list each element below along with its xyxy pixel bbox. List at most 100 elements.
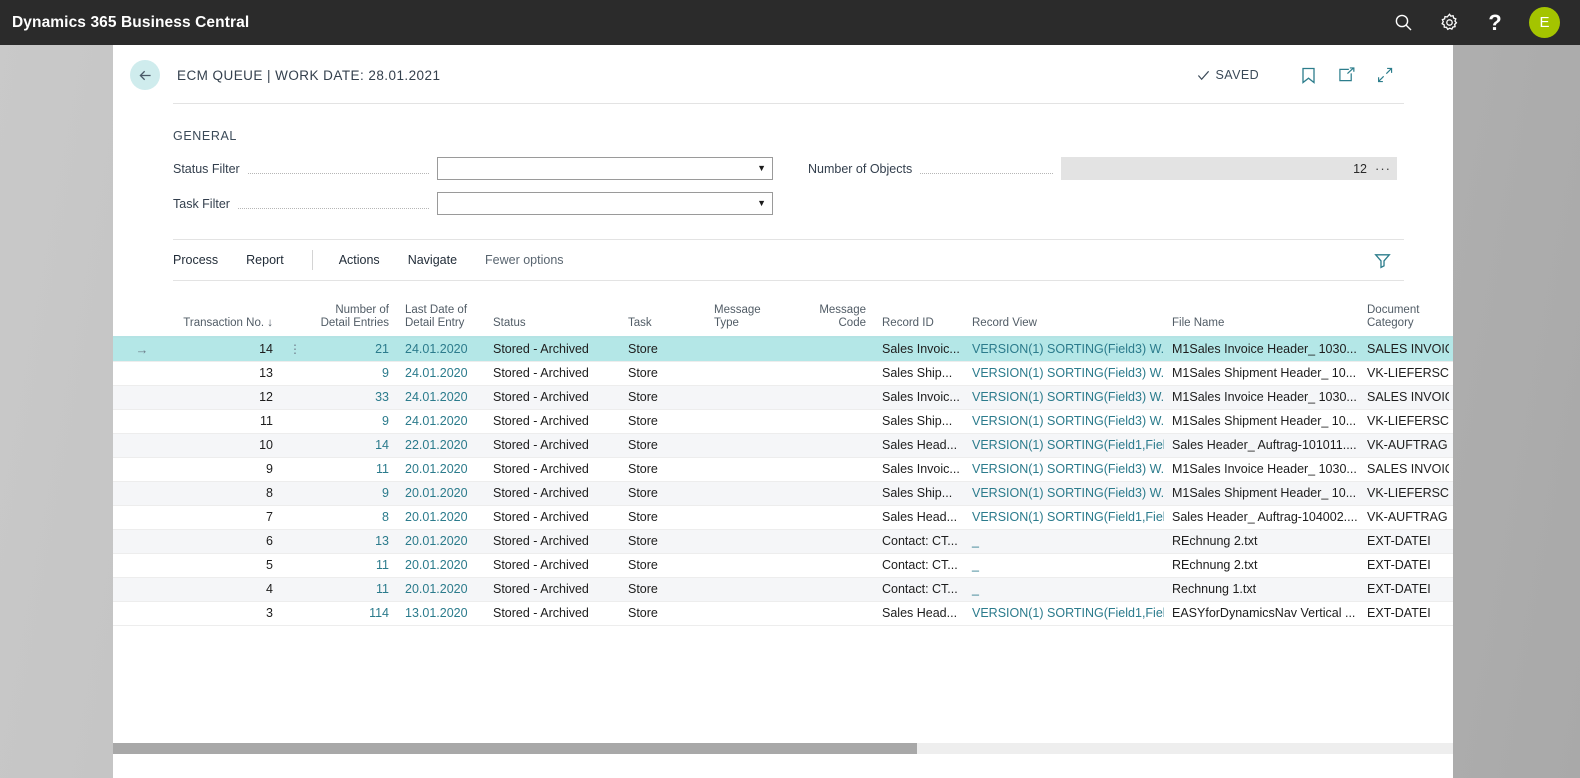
col-header-status[interactable]: Status [485, 293, 620, 337]
row-menu-button[interactable] [281, 505, 307, 529]
col-header-task[interactable]: Task [620, 293, 706, 337]
row-menu-button[interactable] [281, 385, 307, 409]
cell-last-date-of-detail-entry[interactable]: 20.01.2020 [397, 505, 485, 529]
open-in-new-window-icon[interactable] [1338, 67, 1355, 83]
cell-record-view[interactable]: VERSION(1) SORTING(Field3) W... [964, 409, 1164, 433]
cell-last-date-of-detail-entry[interactable]: 24.01.2020 [397, 337, 485, 361]
row-menu-button[interactable] [281, 457, 307, 481]
cell-number-of-detail-entries[interactable]: 9 [307, 361, 397, 385]
col-header-record-view[interactable]: Record View [964, 293, 1164, 337]
table-row[interactable]: 101422.01.2020Stored - ArchivedStoreSale… [113, 433, 1453, 457]
col-header-number-of-detail-entries[interactable]: Number ofDetail Entries [307, 293, 397, 337]
row-menu-button[interactable] [281, 481, 307, 505]
gear-icon[interactable] [1437, 11, 1461, 35]
cell-number-of-detail-entries[interactable]: 9 [307, 481, 397, 505]
row-selector[interactable]: → [113, 337, 171, 361]
row-selector[interactable] [113, 529, 171, 553]
row-selector[interactable] [113, 409, 171, 433]
task-filter-select[interactable]: ▼ [437, 192, 773, 215]
cell-record-view[interactable]: VERSION(1) SORTING(Field1,Fiel... [964, 601, 1164, 625]
help-icon[interactable]: ? [1483, 11, 1507, 35]
row-menu-button[interactable] [281, 529, 307, 553]
cell-number-of-detail-entries[interactable]: 11 [307, 553, 397, 577]
cell-number-of-detail-entries[interactable]: 114 [307, 601, 397, 625]
cell-record-view[interactable]: VERSION(1) SORTING(Field3) W... [964, 481, 1164, 505]
cell-number-of-detail-entries[interactable]: 13 [307, 529, 397, 553]
ribbon-item-actions[interactable]: Actions [339, 253, 380, 267]
row-selector[interactable] [113, 361, 171, 385]
col-header-file-name[interactable]: File Name [1164, 293, 1359, 337]
assist-edit-icon[interactable]: ··· [1375, 161, 1391, 176]
cell-record-view[interactable]: VERSION(1) SORTING(Field3) W... [964, 385, 1164, 409]
table-row[interactable]: 11924.01.2020Stored - ArchivedStoreSales… [113, 409, 1453, 433]
col-header-document-category[interactable]: DocumentCategory [1359, 293, 1449, 337]
ribbon-item-fewer-options[interactable]: Fewer options [485, 253, 564, 267]
cell-last-date-of-detail-entry[interactable]: 24.01.2020 [397, 385, 485, 409]
table-row[interactable]: 61320.01.2020Stored - ArchivedStoreConta… [113, 529, 1453, 553]
row-menu-button[interactable] [281, 601, 307, 625]
row-menu-button[interactable] [281, 361, 307, 385]
col-header-document-definition[interactable]: DocumDefinit [1449, 293, 1453, 337]
cell-record-view[interactable]: VERSION(1) SORTING(Field3) W... [964, 361, 1164, 385]
minimize-icon[interactable] [1377, 67, 1393, 83]
col-header-message-code[interactable]: MessageCode [796, 293, 874, 337]
table-row[interactable]: →14⋮2124.01.2020Stored - ArchivedStoreSa… [113, 337, 1453, 361]
ribbon-item-report[interactable]: Report [246, 253, 284, 267]
row-menu-button[interactable]: ⋮ [281, 337, 307, 361]
filter-funnel-icon[interactable] [1374, 252, 1391, 269]
row-menu-button[interactable] [281, 433, 307, 457]
status-filter-select[interactable]: ▼ [437, 157, 773, 180]
row-selector[interactable] [113, 457, 171, 481]
ribbon-item-navigate[interactable]: Navigate [408, 253, 457, 267]
table-row[interactable]: 7820.01.2020Stored - ArchivedStoreSales … [113, 505, 1453, 529]
cell-record-view[interactable]: VERSION(1) SORTING(Field1,Fiel... [964, 505, 1164, 529]
number-of-objects-field[interactable]: 12 ··· [1061, 157, 1397, 180]
cell-last-date-of-detail-entry[interactable]: 20.01.2020 [397, 529, 485, 553]
ribbon-item-process[interactable]: Process [173, 253, 218, 267]
table-row[interactable]: 13924.01.2020Stored - ArchivedStoreSales… [113, 361, 1453, 385]
search-icon[interactable] [1391, 11, 1415, 35]
row-menu-button[interactable] [281, 553, 307, 577]
row-selector[interactable] [113, 553, 171, 577]
cell-record-view[interactable]: _ [964, 529, 1164, 553]
cell-last-date-of-detail-entry[interactable]: 24.01.2020 [397, 409, 485, 433]
row-menu-button[interactable] [281, 577, 307, 601]
cell-number-of-detail-entries[interactable]: 11 [307, 457, 397, 481]
col-header-record-id[interactable]: Record ID [874, 293, 964, 337]
cell-number-of-detail-entries[interactable]: 33 [307, 385, 397, 409]
cell-record-view[interactable]: _ [964, 577, 1164, 601]
cell-record-view[interactable]: VERSION(1) SORTING(Field3) W... [964, 337, 1164, 361]
cell-record-view[interactable]: VERSION(1) SORTING(Field3) W... [964, 457, 1164, 481]
row-selector[interactable] [113, 433, 171, 457]
row-selector[interactable] [113, 577, 171, 601]
col-header-transaction-no[interactable]: Transaction No. ↓ [171, 293, 281, 337]
row-selector[interactable] [113, 601, 171, 625]
cell-record-view[interactable]: _ [964, 553, 1164, 577]
cell-last-date-of-detail-entry[interactable]: 20.01.2020 [397, 577, 485, 601]
cell-last-date-of-detail-entry[interactable]: 24.01.2020 [397, 361, 485, 385]
cell-last-date-of-detail-entry[interactable]: 20.01.2020 [397, 553, 485, 577]
row-menu-button[interactable] [281, 409, 307, 433]
row-selector[interactable] [113, 385, 171, 409]
cell-last-date-of-detail-entry[interactable]: 20.01.2020 [397, 457, 485, 481]
table-row[interactable]: 91120.01.2020Stored - ArchivedStoreSales… [113, 457, 1453, 481]
cell-record-view[interactable]: VERSION(1) SORTING(Field1,Fiel... [964, 433, 1164, 457]
col-header-message-type[interactable]: MessageType [706, 293, 796, 337]
table-row[interactable]: 311413.01.2020Stored - ArchivedStoreSale… [113, 601, 1453, 625]
table-row[interactable]: 123324.01.2020Stored - ArchivedStoreSale… [113, 385, 1453, 409]
cell-number-of-detail-entries[interactable]: 8 [307, 505, 397, 529]
cell-number-of-detail-entries[interactable]: 9 [307, 409, 397, 433]
avatar[interactable]: E [1529, 7, 1560, 38]
col-header-last-date-of-detail-entry[interactable]: Last Date ofDetail Entry [397, 293, 485, 337]
horizontal-scrollbar-thumb[interactable] [113, 743, 917, 754]
table-row[interactable]: 41120.01.2020Stored - ArchivedStoreConta… [113, 577, 1453, 601]
cell-last-date-of-detail-entry[interactable]: 22.01.2020 [397, 433, 485, 457]
horizontal-scrollbar-track[interactable] [113, 743, 1453, 754]
cell-number-of-detail-entries[interactable]: 14 [307, 433, 397, 457]
table-row[interactable]: 8920.01.2020Stored - ArchivedStoreSales … [113, 481, 1453, 505]
bookmark-icon[interactable] [1301, 67, 1316, 84]
cell-number-of-detail-entries[interactable]: 11 [307, 577, 397, 601]
cell-number-of-detail-entries[interactable]: 21 [307, 337, 397, 361]
row-selector[interactable] [113, 505, 171, 529]
back-button[interactable] [130, 60, 160, 90]
